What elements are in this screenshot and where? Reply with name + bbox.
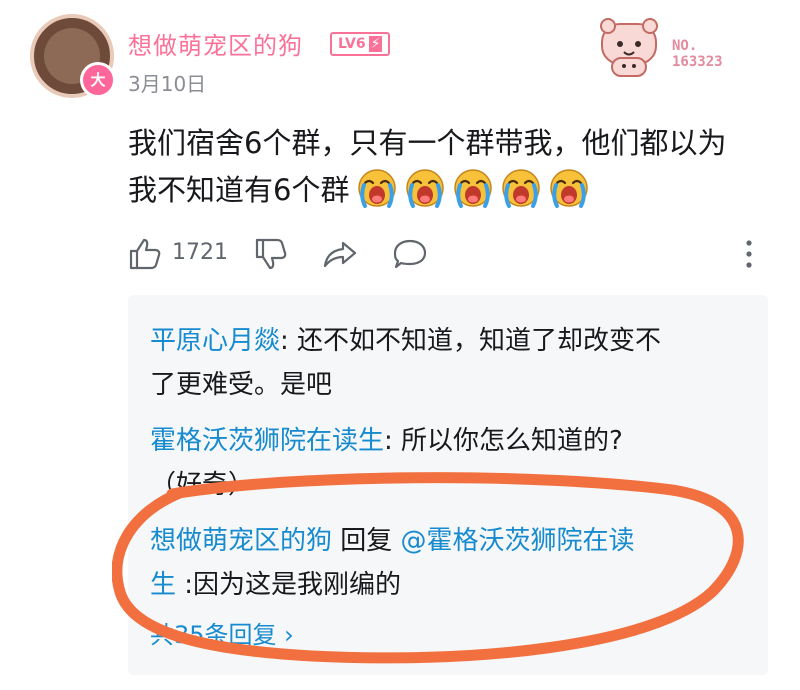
- reply-separator: :: [176, 570, 194, 600]
- post-content-line2: 我不知道有6个群: [128, 173, 350, 207]
- thumb-down-icon[interactable]: [254, 236, 288, 272]
- like-count: 1721: [172, 240, 228, 265]
- reply-separator: :: [280, 326, 298, 356]
- reply-mention-tail[interactable]: 生: [150, 570, 176, 600]
- chevron-right-icon: ›: [284, 621, 294, 649]
- avatar-badge: 大: [80, 62, 116, 98]
- reply-mention[interactable]: @霍格沃茨狮院在读: [401, 526, 635, 556]
- reply-count-text: 共35条回复: [150, 621, 285, 649]
- crying-emoji-icon: [406, 169, 445, 208]
- reply-text: 因为这是我刚编的: [193, 570, 402, 600]
- fan-badge-icon: [600, 18, 658, 77]
- reply-line: 生 :因为这是我刚编的: [150, 563, 740, 607]
- reply-author[interactable]: 霍格沃茨狮院在读生: [150, 426, 384, 456]
- emoji-group: [349, 169, 589, 208]
- crying-emoji-icon: [550, 169, 589, 208]
- reply-item[interactable]: 想做萌宠区的狗 回复 @霍格沃茨狮院在读 生 :因为这是我刚编的: [150, 519, 740, 607]
- crying-emoji-icon: [358, 169, 397, 208]
- reply-item[interactable]: 平原心月燚: 还不如不知道，知道了却改变不 了更难受。是吧: [150, 319, 740, 407]
- fan-badge-value: 163323: [672, 54, 723, 70]
- post-content-line1: 我们宿舍6个群，只有一个群带我，他们都以为: [128, 126, 727, 160]
- comment-icon[interactable]: [392, 236, 428, 272]
- view-all-replies-link[interactable]: 共35条回复 ›: [150, 615, 294, 650]
- reply-text: 所以你怎么知道的?: [401, 426, 623, 456]
- reply-author[interactable]: 想做萌宠区的狗: [150, 526, 332, 556]
- fan-badge-label: NO.: [672, 38, 698, 54]
- reply-text: 还不如不知道，知道了却改变不: [297, 326, 662, 356]
- reply-author[interactable]: 平原心月燚: [150, 326, 280, 356]
- avatar[interactable]: 大: [30, 14, 116, 98]
- bolt-icon: ⚡: [368, 36, 383, 52]
- action-bar: 1721: [128, 232, 768, 276]
- post-date: 3月10日: [128, 72, 207, 96]
- reply-item[interactable]: 霍格沃茨狮院在读生: 所以你怎么知道的? （好奇）: [150, 419, 740, 507]
- reply-preview-box[interactable]: 平原心月燚: 还不如不知道，知道了却改变不 了更难受。是吧 霍格沃茨狮院在读生:…: [128, 295, 768, 675]
- thumb-up-icon[interactable]: [128, 236, 162, 272]
- level-badge: LV6 ⚡: [330, 32, 391, 56]
- reply-text-continued: 了更难受。是吧: [150, 370, 333, 400]
- reply-line: 霍格沃茨狮院在读生: 所以你怎么知道的?: [150, 419, 740, 463]
- reply-line: 想做萌宠区的狗 回复 @霍格沃茨狮院在读: [150, 519, 740, 563]
- post-content-line2-row: 我不知道有6个群: [128, 167, 768, 214]
- crying-emoji-icon: [454, 169, 493, 208]
- post-username[interactable]: 想做萌宠区的狗: [128, 26, 303, 61]
- more-vertical-icon[interactable]: [742, 236, 756, 272]
- level-text: LV6: [338, 36, 366, 52]
- reply-line: 平原心月燚: 还不如不知道，知道了却改变不: [150, 319, 740, 363]
- fan-badge-number: NO. 163323: [672, 38, 723, 70]
- post-content: 我们宿舍6个群，只有一个群带我，他们都以为 我不知道有6个群: [128, 120, 768, 214]
- reply-separator: :: [384, 426, 402, 456]
- crying-emoji-icon: [502, 169, 541, 208]
- reply-text-continued: （好奇）: [150, 470, 255, 500]
- share-icon[interactable]: [322, 236, 358, 272]
- reply-word: 回复: [332, 526, 401, 556]
